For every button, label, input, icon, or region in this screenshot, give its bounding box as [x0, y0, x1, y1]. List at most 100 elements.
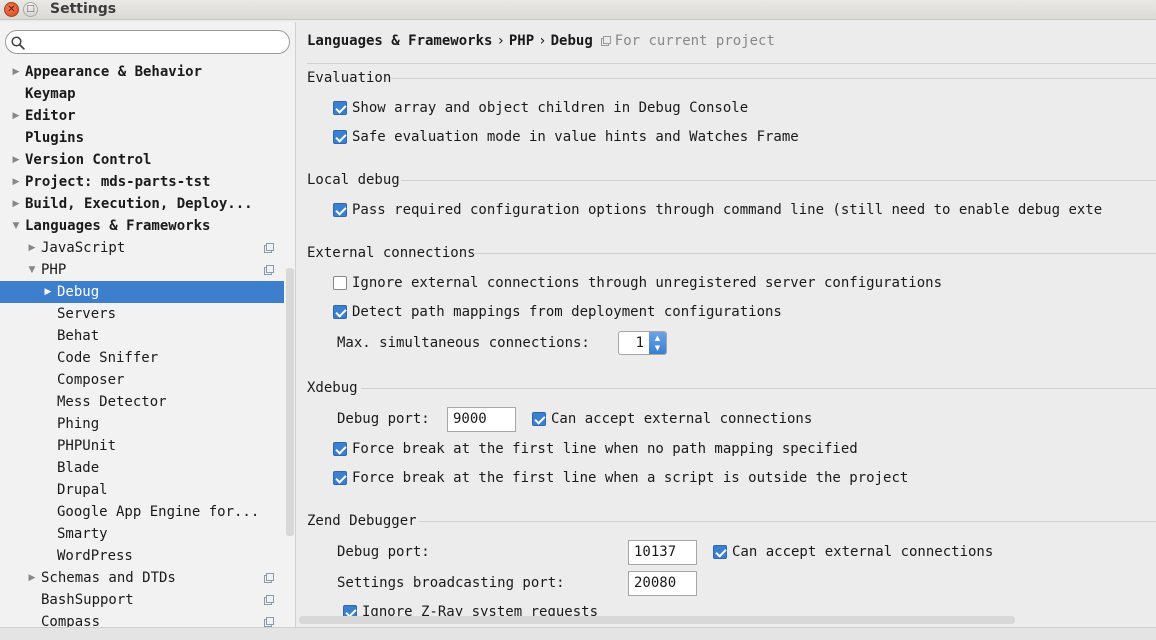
force-break-no-mapping-label: Force break at the first line when no pa…: [352, 441, 858, 457]
sidebar-item-servers[interactable]: Servers: [0, 303, 284, 325]
expand-down-icon[interactable]: ▼: [26, 259, 38, 281]
sidebar-item-label: Plugins: [25, 130, 85, 146]
sidebar-item-mess-detector[interactable]: Mess Detector: [0, 391, 284, 413]
sidebar-item-version-control[interactable]: ▶ Version Control: [0, 149, 284, 171]
window-title: Settings: [50, 1, 117, 17]
xdebug-accept-external-checkbox[interactable]: [532, 412, 546, 426]
force-break-no-mapping-checkbox[interactable]: [333, 442, 347, 456]
zend-accept-external-checkbox[interactable]: [713, 545, 727, 559]
sidebar-item-bashsupport[interactable]: BashSupport: [0, 589, 284, 611]
sidebar-item-php[interactable]: ▼ PHP: [0, 259, 284, 281]
scope-label: For current project: [614, 33, 775, 49]
expand-right-icon[interactable]: ▶: [10, 193, 22, 215]
zend-broadcast-label: Settings broadcasting port:: [337, 575, 565, 591]
force-break-outside-label: Force break at the first line when a scr…: [352, 470, 909, 486]
project-scope-icon: [600, 36, 611, 46]
sidebar-item-appearance-behavior[interactable]: ▶ Appearance & Behavior: [0, 61, 284, 83]
sidebar-item-build-execution-deploy[interactable]: ▶ Build, Execution, Deploy...: [0, 193, 284, 215]
sidebar-item-wordpress[interactable]: WordPress: [0, 545, 284, 567]
sidebar-item-label: Build, Execution, Deploy...: [25, 196, 253, 212]
sidebar-item-google-app-engine-for[interactable]: Google App Engine for...: [0, 501, 284, 523]
sidebar-item-smarty[interactable]: Smarty: [0, 523, 284, 545]
sidebar-item-label: Composer: [57, 372, 125, 388]
expand-down-icon[interactable]: ▼: [10, 215, 22, 237]
sidebar-item-composer[interactable]: Composer: [0, 369, 284, 391]
project-scope-icon: [264, 243, 274, 253]
safe-evaluation-checkbox[interactable]: [333, 130, 347, 144]
expand-right-icon[interactable]: ▶: [10, 105, 22, 127]
settings-search-field[interactable]: [5, 30, 290, 54]
zend-broadcast-input[interactable]: 20080: [628, 571, 697, 596]
evaluation-section-title: Evaluation: [307, 70, 392, 86]
xdebug-port-input[interactable]: 9000: [447, 407, 516, 432]
sidebar-item-label: Drupal: [57, 482, 108, 498]
detect-path-mappings-checkbox[interactable]: [333, 305, 347, 319]
settings-sidebar: ▶ Appearance & Behavior Keymap ▶ Editor Plugi…: [0, 22, 296, 627]
sidebar-item-editor[interactable]: ▶ Editor: [0, 105, 284, 127]
sidebar-item-schemas-and-dtds[interactable]: ▶ Schemas and DTDs: [0, 567, 284, 589]
breadcrumb-php: PHP: [508, 33, 535, 49]
sidebar-item-phing[interactable]: Phing: [0, 413, 284, 435]
section-divider: [473, 253, 1156, 254]
close-window-button[interactable]: ✕: [4, 2, 19, 17]
sidebar-item-label: BashSupport: [41, 592, 134, 608]
expand-right-icon[interactable]: ▶: [10, 171, 22, 193]
breadcrumb-separator: ›: [538, 33, 547, 49]
expand-right-icon[interactable]: ▶: [26, 567, 38, 589]
detect-path-mappings-label: Detect path mappings from deployment con…: [352, 304, 782, 320]
sidebar-item-code-sniffer[interactable]: Code Sniffer: [0, 347, 284, 369]
sidebar-item-debug[interactable]: ▶ Debug: [0, 281, 284, 303]
zend-port-input[interactable]: 10137: [628, 540, 697, 565]
pass-config-label: Pass required configuration options thro…: [352, 202, 1103, 218]
sidebar-item-label: Compass: [41, 614, 101, 627]
pass-config-checkbox[interactable]: [333, 203, 347, 217]
sidebar-item-label: Blade: [57, 460, 100, 476]
sidebar-scrollbar[interactable]: [286, 268, 294, 536]
show-array-label: Show array and object children in Debug …: [352, 100, 749, 116]
zend-debugger-section-header: Zend Debugger: [307, 512, 1156, 530]
sidebar-item-label: Google App Engine for...: [57, 504, 260, 520]
sidebar-item-label: Project: mds-parts-tst: [25, 174, 211, 190]
breadcrumb-debug: Debug: [550, 33, 593, 49]
project-scope-icon: [264, 617, 274, 627]
show-array-checkbox[interactable]: [333, 101, 347, 115]
sidebar-item-label: Debug: [57, 284, 100, 300]
expand-right-icon[interactable]: ▶: [26, 237, 38, 259]
maximize-window-button[interactable]: □: [23, 2, 38, 17]
expand-right-icon[interactable]: ▶: [10, 149, 22, 171]
ignore-unregistered-checkbox[interactable]: [333, 276, 347, 290]
zend-debugger-section-title: Zend Debugger: [307, 513, 417, 529]
external-connections-section-header: External connections: [307, 244, 1156, 262]
zend-accept-external-label: Can accept external connections: [732, 544, 994, 560]
sidebar-item-compass[interactable]: Compass: [0, 611, 284, 627]
sidebar-item-blade[interactable]: Blade: [0, 457, 284, 479]
sidebar-item-languages-frameworks[interactable]: ▼ Languages & Frameworks: [0, 215, 284, 237]
force-break-outside-checkbox[interactable]: [333, 471, 347, 485]
expand-right-icon[interactable]: ▶: [10, 61, 22, 83]
spinner-arrows-icon[interactable]: ▲ ▼: [649, 332, 666, 354]
max-connections-spinner[interactable]: 1 ▲ ▼: [618, 331, 667, 355]
settings-tree: ▶ Appearance & Behavior Keymap ▶ Editor Plugi…: [0, 61, 284, 627]
zend-port-label: Debug port:: [337, 544, 430, 560]
sidebar-item-label: WordPress: [57, 548, 133, 564]
max-connections-label: Max. simultaneous connections:: [337, 335, 590, 351]
xdebug-accept-external-label: Can accept external connections: [551, 411, 813, 427]
evaluation-section-header: Evaluation: [307, 69, 1156, 87]
sidebar-item-label: JavaScript: [41, 240, 126, 256]
sidebar-item-project-mds-parts-tst[interactable]: ▶ Project: mds-parts-tst: [0, 171, 284, 193]
sidebar-item-javascript[interactable]: ▶ JavaScript: [0, 237, 284, 259]
sidebar-item-plugins[interactable]: Plugins: [0, 127, 284, 149]
sidebar-item-label: Languages & Frameworks: [25, 218, 211, 234]
sidebar-item-label: Schemas and DTDs: [41, 570, 176, 586]
sidebar-item-behat[interactable]: Behat: [0, 325, 284, 347]
sidebar-item-label: PHPUnit: [57, 438, 117, 454]
xdebug-section-header: Xdebug: [307, 379, 1156, 397]
expand-right-icon[interactable]: ▶: [42, 281, 54, 303]
external-connections-section-title: External connections: [307, 245, 476, 261]
sidebar-item-label: Appearance & Behavior: [25, 64, 203, 80]
sidebar-item-phpunit[interactable]: PHPUnit: [0, 435, 284, 457]
sidebar-item-keymap[interactable]: Keymap: [0, 83, 284, 105]
sidebar-item-label: Code Sniffer: [57, 350, 159, 366]
content-horizontal-scrollbar[interactable]: [299, 616, 1015, 624]
sidebar-item-drupal[interactable]: Drupal: [0, 479, 284, 501]
